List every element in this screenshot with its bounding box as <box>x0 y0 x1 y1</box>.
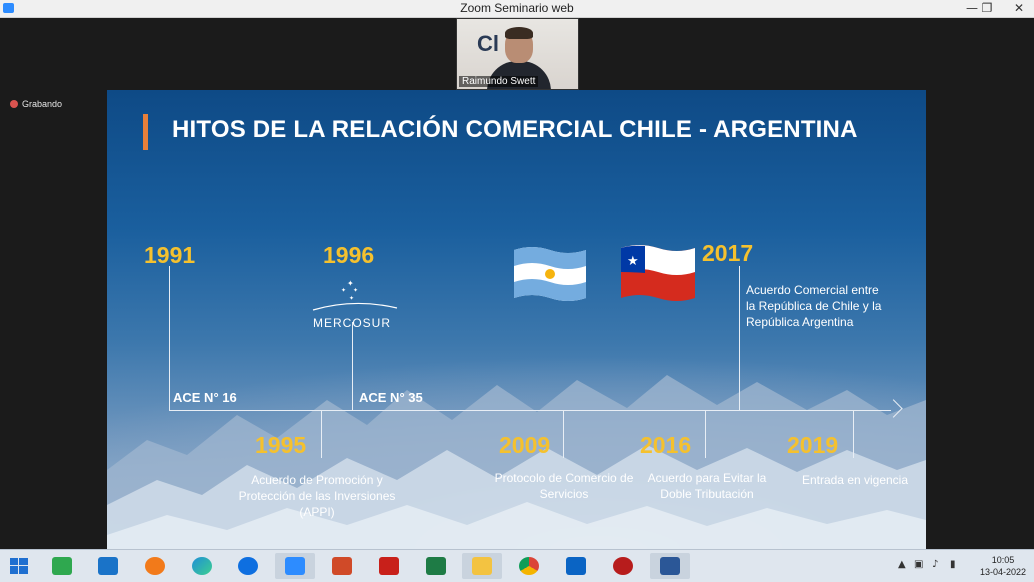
svg-text:★: ★ <box>627 254 639 269</box>
record-icon <box>10 100 18 108</box>
timeline-tick-1991 <box>169 266 170 410</box>
desc-2016-line-1: Acuerdo para Evitar la <box>647 471 767 485</box>
powerpoint-icon <box>332 557 352 575</box>
mercosur-logo: ✦ ✦ ✦ ✦ MERCOSUR <box>309 276 399 330</box>
slide-title: HITOS DE LA RELACIÓN COMERCIAL CHILE - A… <box>172 116 858 143</box>
taskbar-outlook[interactable] <box>556 553 596 579</box>
background-logo: Cl <box>477 31 499 56</box>
desc-2009: Protocolo de Comercio de Servicios <box>489 470 639 502</box>
mercosur-label: MERCOSUR <box>313 316 392 330</box>
year-1995: 1995 <box>255 432 307 458</box>
clock-time: 10:05 <box>991 555 1015 565</box>
timeline-tick-2009 <box>563 410 564 458</box>
year-1991: 1991 <box>144 242 196 268</box>
desc-2016: Acuerdo para Evitar la Doble Tributación <box>637 470 777 502</box>
year-2009: 2009 <box>499 432 551 458</box>
svg-text:✦: ✦ <box>353 287 358 294</box>
settings-icon <box>98 557 118 575</box>
signal-icon[interactable]: ▮ <box>950 559 956 570</box>
window-title: Zoom Seminario web <box>460 1 574 15</box>
desc-2016-line-2: Doble Tributación <box>660 487 754 501</box>
ace-16-label: ACE N° 16 <box>173 390 237 405</box>
recording-indicator[interactable]: Grabando <box>10 99 62 109</box>
taskbar-powerpoint[interactable] <box>322 553 362 579</box>
svg-text:✦: ✦ <box>349 295 354 302</box>
taskbar-word[interactable] <box>650 553 690 579</box>
taskbar-excel[interactable] <box>416 553 456 579</box>
volume-icon[interactable]: ♪ <box>932 559 938 570</box>
system-clock[interactable]: 10:05 13-04-2022 <box>980 554 1026 578</box>
network-icon[interactable]: ▣ <box>914 559 923 570</box>
folder-icon <box>472 557 492 575</box>
timeline-tick-2019 <box>853 410 854 458</box>
clock-date: 13-04-2022 <box>979 567 1026 577</box>
desc-2019-line-1: Entrada en vigencia <box>801 473 909 487</box>
shared-slide: HITOS DE LA RELACIÓN COMERCIAL CHILE - A… <box>107 90 926 550</box>
close-button[interactable]: ✕ <box>1004 0 1034 17</box>
desc-1995-line-1: Acuerdo de Promoción y <box>251 473 383 487</box>
windows-taskbar: ▲ ▣ ♪ ▮ 10:05 13-04-2022 <box>0 549 1034 582</box>
speaker-hair <box>505 27 533 39</box>
restore-button[interactable]: ❐ <box>972 0 1002 17</box>
year-2017: 2017 <box>702 240 754 266</box>
recording-label: Grabando <box>22 99 63 109</box>
word-icon <box>660 557 680 575</box>
excel-icon <box>426 557 446 575</box>
taskbar-settings[interactable] <box>88 553 128 579</box>
svg-text:✦: ✦ <box>341 287 346 294</box>
taskbar-store[interactable] <box>42 553 82 579</box>
chrome-icon <box>519 557 539 575</box>
desc-1995-line-3: (APPI) <box>299 505 335 519</box>
timeline-tick-2016 <box>705 410 706 458</box>
edge-icon <box>192 557 212 575</box>
desc-2009-line-2: Servicios <box>539 487 589 501</box>
teamviewer-icon <box>238 557 258 575</box>
taskbar-acrobat[interactable] <box>369 553 409 579</box>
year-1996: 1996 <box>323 242 375 268</box>
argentina-flag-icon <box>514 247 586 301</box>
taskbar-avast[interactable] <box>135 553 175 579</box>
taskbar-edge[interactable] <box>182 553 222 579</box>
taskbar-teamviewer[interactable] <box>228 553 268 579</box>
year-2019: 2019 <box>787 432 839 458</box>
timeline-axis <box>169 410 891 411</box>
year-2016: 2016 <box>640 432 692 458</box>
acrobat-icon <box>379 557 399 575</box>
window-titlebar: Zoom Seminario web — ❐ ✕ <box>0 0 1034 18</box>
taskbar-zoom[interactable] <box>275 553 315 579</box>
participant-name: Raimundo Swett <box>459 76 539 87</box>
desc-2009-line-1: Protocolo de Comercio de <box>494 471 634 485</box>
outlook-icon <box>566 557 586 575</box>
taskbar-chrome[interactable] <box>509 553 549 579</box>
title-accent-bar <box>143 114 148 150</box>
power-icon <box>613 557 633 575</box>
mercosur-stars-icon: ✦ ✦ ✦ ✦ <box>312 279 398 311</box>
timeline-tick-1995 <box>321 410 322 458</box>
zoom-icon <box>285 557 305 575</box>
avast-icon <box>145 557 165 575</box>
desc-2017-line-3: República Argentina <box>746 315 854 329</box>
taskbar-file-explorer[interactable] <box>462 553 502 579</box>
store-icon <box>52 557 72 575</box>
timeline-tick-1996 <box>352 322 353 410</box>
desc-1995: Acuerdo de Promoción y Protección de las… <box>217 472 417 520</box>
start-button[interactable] <box>0 553 40 579</box>
desc-1995-line-2: Protección de las Inversiones <box>238 489 396 503</box>
desc-2019: Entrada en vigencia <box>793 472 917 488</box>
desc-2017: Acuerdo Comercial entre la República de … <box>746 282 881 330</box>
desc-2017-line-2: la República de Chile y la <box>746 299 882 313</box>
chile-flag-icon: ★ <box>621 245 695 301</box>
taskbar-power[interactable] <box>603 553 643 579</box>
ace-35-label: ACE N° 35 <box>359 390 423 405</box>
speaker-video-tile[interactable]: Cl Raimundo Swett <box>456 18 579 90</box>
windows-start-icon <box>10 558 28 574</box>
timeline-tick-2017 <box>739 266 740 410</box>
desc-2017-line-1: Acuerdo Comercial entre <box>746 283 879 297</box>
tray-chevron-icon[interactable]: ▲ <box>898 559 906 570</box>
